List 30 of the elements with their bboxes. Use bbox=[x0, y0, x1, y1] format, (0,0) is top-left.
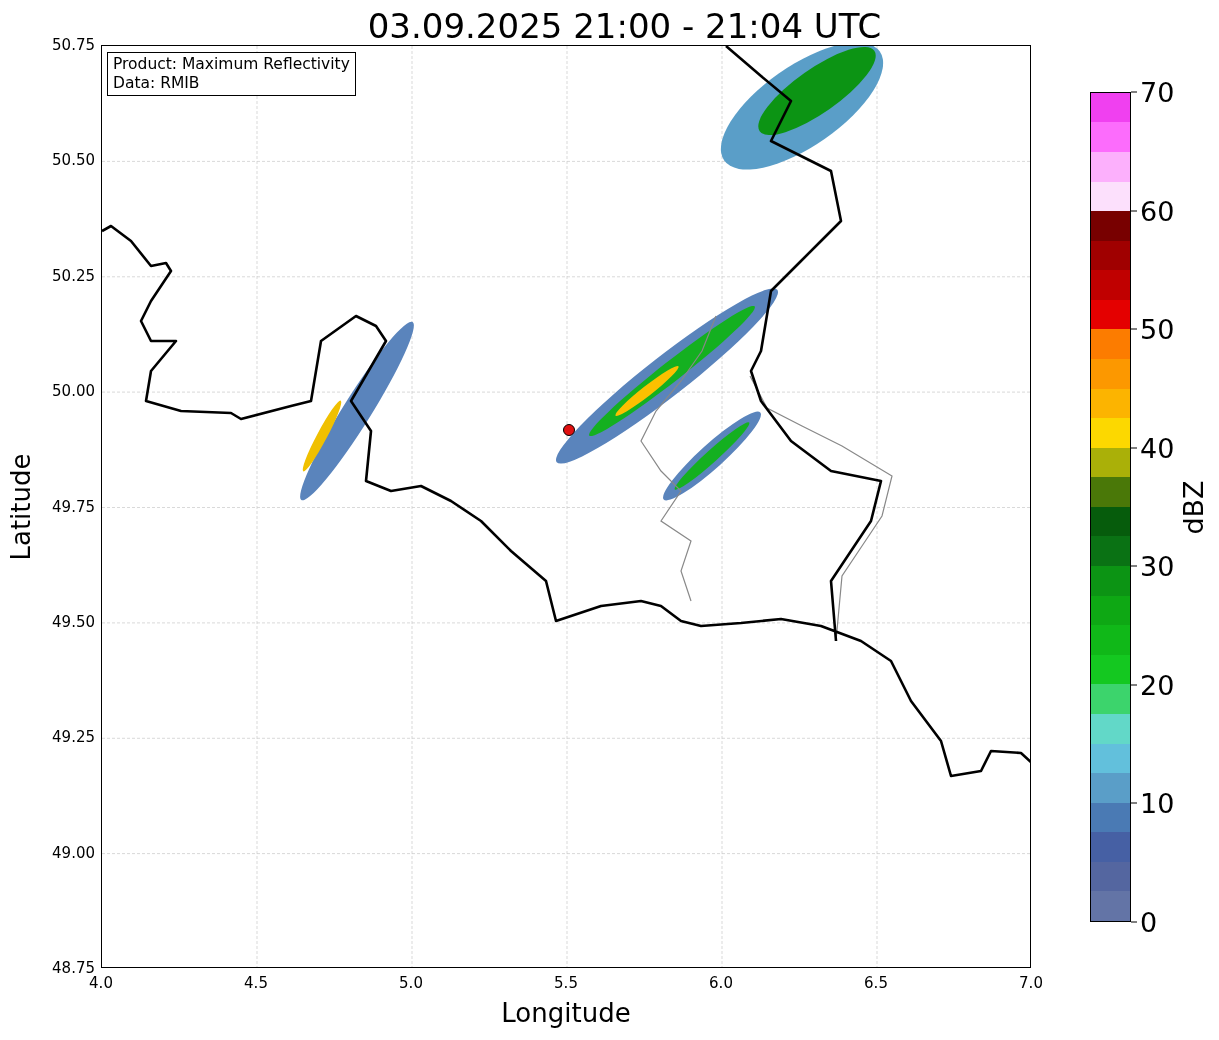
axis-label: dBZ bbox=[1177, 479, 1209, 535]
tick-label: 6.5 bbox=[864, 976, 888, 991]
legend-text: Data: RMIB bbox=[113, 74, 201, 93]
tick-label: 30 bbox=[1140, 552, 1175, 580]
legend-text: Product: Maximum Reflectivity bbox=[113, 55, 350, 74]
tick-label: 10 bbox=[1140, 789, 1175, 817]
tick-label: 6.0 bbox=[709, 976, 733, 991]
axis-label: Longitude bbox=[501, 998, 631, 1028]
tick-label: 20 bbox=[1140, 671, 1175, 699]
axis-label: Latitude bbox=[5, 453, 35, 560]
tick-label: 50.00 bbox=[52, 383, 95, 399]
tick-label: 50.25 bbox=[52, 268, 95, 284]
tick-label: 50.50 bbox=[52, 152, 95, 168]
tick-label: 40 bbox=[1140, 434, 1175, 462]
tick-label: 7.0 bbox=[1019, 976, 1043, 991]
tick-label: 50 bbox=[1140, 315, 1175, 343]
tick-label: 4.5 bbox=[244, 976, 268, 991]
tick-label: 70 bbox=[1140, 78, 1175, 106]
tick-label: 5.0 bbox=[399, 976, 423, 991]
chart-title: 03.09.2025 21:00 - 21:04 UTC bbox=[367, 6, 882, 46]
tick-label: 0 bbox=[1140, 908, 1158, 936]
tick-label: 49.75 bbox=[52, 499, 95, 514]
tick-label: 49.25 bbox=[52, 729, 95, 745]
tick-label: 4.0 bbox=[89, 976, 113, 991]
tick-label: 5.5 bbox=[554, 976, 578, 991]
tick-label: 49.50 bbox=[52, 614, 95, 630]
tick-label: 60 bbox=[1140, 197, 1175, 225]
tick-label: 50.75 bbox=[52, 37, 95, 53]
tick-label: 48.75 bbox=[52, 960, 95, 976]
tick-label: 49.00 bbox=[52, 845, 95, 861]
